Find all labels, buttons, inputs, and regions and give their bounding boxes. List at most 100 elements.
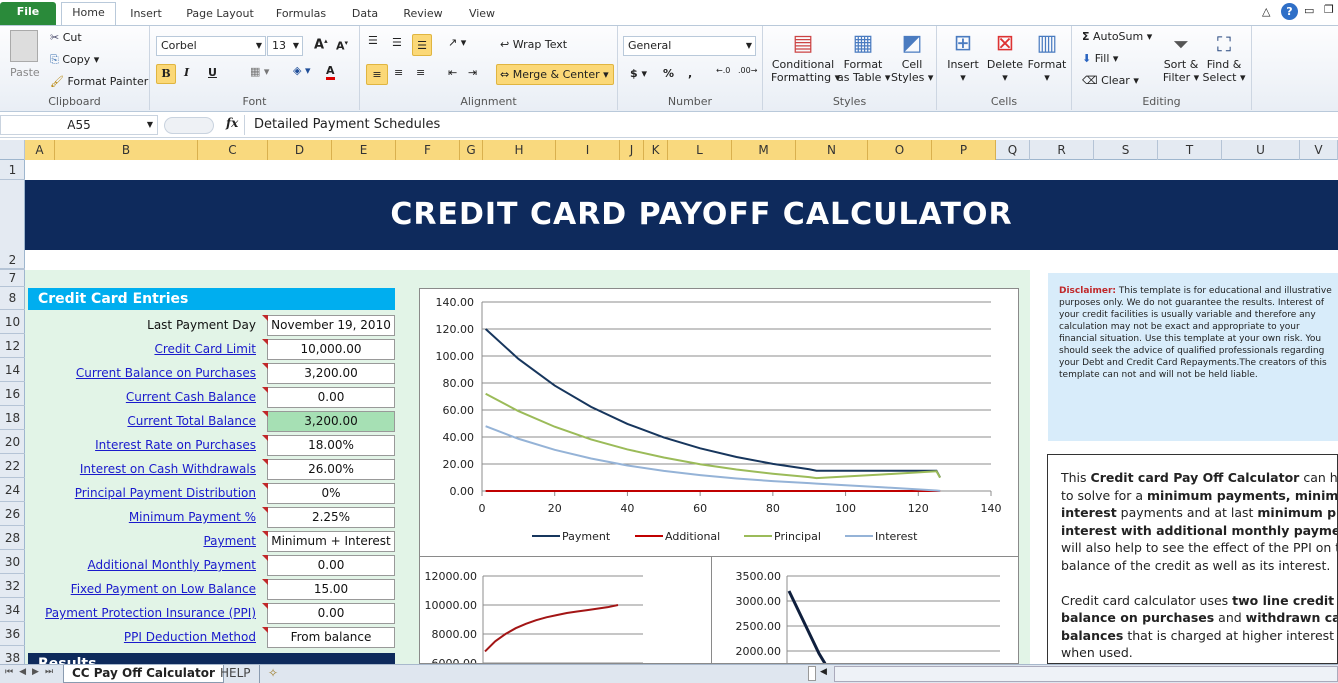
row-header-24[interactable]: 24 <box>0 478 25 502</box>
align-right-icon[interactable]: ≡ <box>416 66 425 79</box>
row-header-32[interactable]: 32 <box>0 574 25 598</box>
autosum-button[interactable]: Σ AutoSum ▾ <box>1082 30 1152 43</box>
tab-formulas[interactable]: Formulas <box>270 4 332 26</box>
tab-insert[interactable]: Insert <box>122 4 170 26</box>
delete-cells-button[interactable]: ⊠ Delete ▾ <box>985 30 1025 84</box>
entry-label[interactable]: PPI Deduction Method <box>124 630 256 644</box>
entry-label[interactable]: Interest Rate on Purchases <box>95 438 256 452</box>
decrease-decimal-icon[interactable]: .00→ <box>738 66 757 75</box>
fill-color-icon[interactable]: ◈ ▾ <box>293 64 310 77</box>
entry-value-field[interactable]: 15.00 <box>267 579 395 600</box>
conditional-formatting-button[interactable]: ▤ Conditional Formatting ▾ <box>771 30 840 84</box>
tab-file[interactable]: File <box>0 2 56 25</box>
entry-label[interactable]: Fixed Payment on Low Balance <box>71 582 256 596</box>
name-box[interactable]: A55 ▼ <box>0 115 158 135</box>
restore-icon[interactable]: ❐ <box>1324 3 1334 16</box>
column-header-g[interactable]: G <box>460 140 483 160</box>
horizontal-scrollbar[interactable] <box>834 666 1338 682</box>
paste-button[interactable]: Paste <box>10 66 40 79</box>
row-header-28[interactable]: 28 <box>0 526 25 550</box>
align-middle-icon[interactable]: ☰ <box>392 36 402 49</box>
row-header-26[interactable]: 26 <box>0 502 25 526</box>
entry-value-field[interactable]: 0.00 <box>267 555 395 576</box>
fill-button[interactable]: ⬇ Fill ▾ <box>1082 52 1118 65</box>
entry-label[interactable]: Payment Protection Insurance (PPI) <box>45 606 256 620</box>
chevron-up-icon[interactable]: △ <box>1262 5 1270 18</box>
entry-label[interactable]: Credit Card Limit <box>154 342 256 356</box>
tab-view[interactable]: View <box>460 4 504 26</box>
entry-label[interactable]: Current Balance on Purchases <box>76 366 256 380</box>
percent-button[interactable]: % <box>663 67 674 80</box>
decrease-indent-icon[interactable]: ⇤ <box>448 66 457 79</box>
align-center-icon[interactable]: ≡ <box>394 66 403 79</box>
find-select-button[interactable]: ⛶ Find & Select ▾ <box>1202 30 1246 84</box>
font-size-dropdown[interactable]: 13 ▼ <box>267 36 303 56</box>
column-header-r[interactable]: R <box>1030 140 1094 160</box>
column-header-n[interactable]: N <box>796 140 868 160</box>
column-header-o[interactable]: O <box>868 140 932 160</box>
align-bottom-icon[interactable]: ☰ <box>412 34 432 56</box>
column-header-b[interactable]: B <box>55 140 198 160</box>
row-header-34[interactable]: 34 <box>0 598 25 622</box>
row-header-22[interactable]: 22 <box>0 454 25 478</box>
sheet-tab-cc-pay-off-calculator[interactable]: CC Pay Off Calculator <box>63 665 224 683</box>
row-header-14[interactable]: 14 <box>0 358 25 382</box>
borders-icon[interactable]: ▦ ▾ <box>250 65 269 78</box>
row-header-16[interactable]: 16 <box>0 382 25 406</box>
tab-review[interactable]: Review <box>396 4 450 26</box>
entry-value-field[interactable]: 18.00% <box>267 435 395 456</box>
entry-value-field[interactable]: 0.00 <box>267 387 395 408</box>
balance-chart[interactable]: 2000.00 2500.00 3000.00 3500.00 <box>711 556 1019 664</box>
entry-label[interactable]: Additional Monthly Payment <box>88 558 256 572</box>
column-header-f[interactable]: F <box>396 140 460 160</box>
underline-button[interactable]: U <box>208 66 217 79</box>
column-header-u[interactable]: U <box>1222 140 1300 160</box>
column-header-e[interactable]: E <box>332 140 396 160</box>
merge-center-button[interactable]: ⇔ Merge & Center ▾ <box>496 64 614 85</box>
column-header-t[interactable]: T <box>1158 140 1222 160</box>
column-header-h[interactable]: H <box>483 140 556 160</box>
minimize-icon[interactable]: ▭ <box>1304 4 1314 17</box>
row-header-7[interactable]: 7 <box>0 270 25 287</box>
grow-font-icon[interactable]: A▴ <box>314 37 328 52</box>
column-header-c[interactable]: C <box>198 140 268 160</box>
column-header-a[interactable]: A <box>25 140 55 160</box>
entry-label[interactable]: Current Cash Balance <box>126 390 256 404</box>
comma-button[interactable]: , <box>688 67 692 80</box>
tab-page-layout[interactable]: Page Layout <box>180 4 260 26</box>
entry-label[interactable]: Payment <box>203 534 256 548</box>
column-header-s[interactable]: S <box>1094 140 1158 160</box>
entry-value-field[interactable]: Minimum + Interest <box>267 531 395 552</box>
row-header-1[interactable]: 1 <box>0 160 25 180</box>
entry-value-field[interactable]: 10,000.00 <box>267 339 395 360</box>
row-header-8[interactable]: 8 <box>0 287 25 310</box>
entry-label[interactable]: Principal Payment Distribution <box>75 486 256 500</box>
row-header-30[interactable]: 30 <box>0 550 25 574</box>
entry-value-field[interactable]: 0.00 <box>267 603 395 624</box>
sheet-tab-help[interactable]: HELP <box>212 665 260 683</box>
column-header-l[interactable]: L <box>668 140 732 160</box>
insert-function-button[interactable]: fx <box>226 116 238 130</box>
tab-home[interactable]: Home <box>61 2 116 25</box>
copy-button[interactable]: ⎘ Copy ▾ <box>50 53 99 67</box>
entry-value-field[interactable]: 3,200.00 <box>267 363 395 384</box>
sheet-nav-arrows[interactable]: ⏮◀▶⏭ <box>5 667 59 677</box>
column-header-j[interactable]: J <box>620 140 644 160</box>
font-color-icon[interactable]: A <box>326 64 335 80</box>
cut-button[interactable]: ✂ Cut <box>50 31 82 44</box>
entry-label[interactable]: Minimum Payment % <box>129 510 256 524</box>
sort-filter-button[interactable]: ⏷ Sort & Filter ▾ <box>1162 30 1200 84</box>
column-header-v[interactable]: V <box>1300 140 1338 160</box>
entry-value-field[interactable]: 3,200.00 <box>267 411 395 432</box>
align-left-icon[interactable]: ≡ <box>366 64 388 85</box>
balance-limit-chart[interactable]: 6000.00 8000.00 10000.00 12000.00 <box>419 556 712 664</box>
formula-input[interactable]: Detailed Payment Schedules <box>244 115 1338 135</box>
format-painter-button[interactable]: 🖌 Format Painter <box>50 75 148 88</box>
entry-value-field[interactable]: 0% <box>267 483 395 504</box>
row-header-12[interactable]: 12 <box>0 334 25 358</box>
bold-button[interactable]: B <box>156 64 176 84</box>
orientation-icon[interactable]: ↗ ▾ <box>448 36 466 49</box>
font-name-dropdown[interactable]: Corbel ▼ <box>156 36 266 56</box>
row-header-20[interactable]: 20 <box>0 430 25 454</box>
insert-cells-button[interactable]: ⊞ Insert ▾ <box>943 30 983 84</box>
